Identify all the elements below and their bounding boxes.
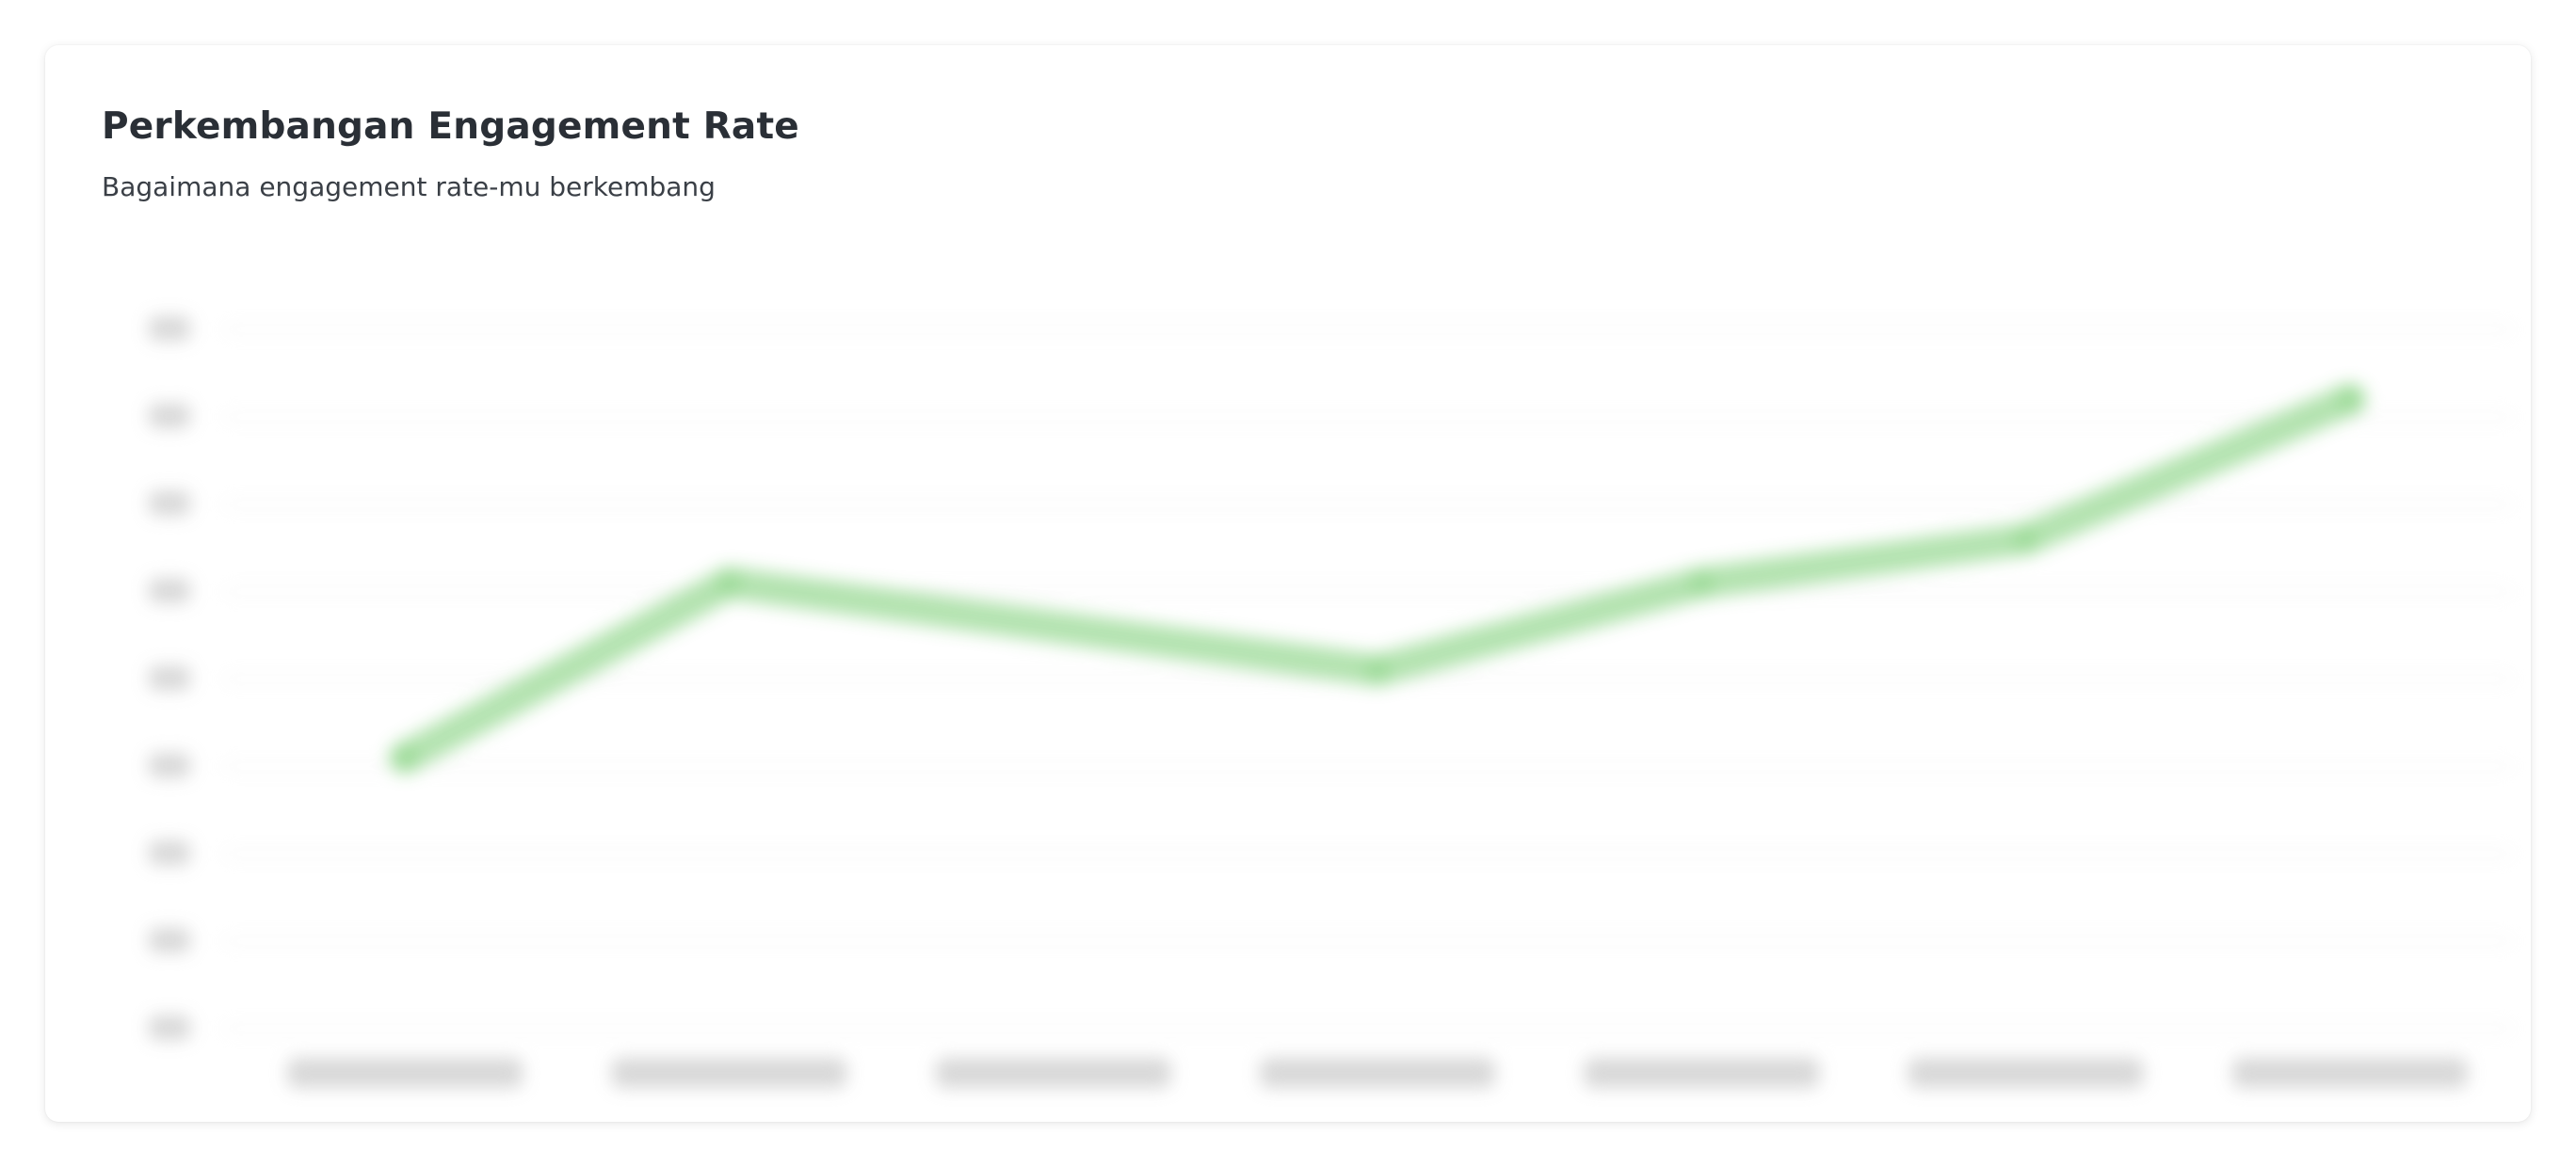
y-tick-label	[149, 1015, 190, 1040]
engagement-rate-card: Perkembangan Engagement Rate Bagaimana e…	[45, 45, 2531, 1122]
y-tick-label	[149, 928, 190, 953]
engagement-rate-line	[389, 383, 2366, 775]
data-point	[716, 569, 743, 597]
card-subtitle: Bagaimana engagement rate-mu berkembang	[102, 171, 716, 202]
y-tick-label	[149, 490, 190, 516]
y-tick-label	[149, 840, 190, 866]
y-tick-label	[149, 403, 190, 428]
data-point	[392, 744, 419, 772]
x-tick-label	[2231, 1058, 2468, 1088]
y-tick-label	[149, 578, 190, 603]
engagement-rate-chart	[102, 262, 2512, 1099]
data-point	[2012, 525, 2039, 552]
data-point	[2336, 386, 2363, 413]
y-tick-label	[149, 665, 190, 691]
data-point	[1688, 569, 1715, 597]
card-title: Perkembangan Engagement Rate	[102, 105, 799, 148]
y-tick-label	[149, 316, 190, 341]
x-tick-label	[1260, 1058, 1495, 1088]
y-tick-label	[149, 753, 190, 778]
data-point	[1364, 657, 1391, 684]
x-tick-label	[287, 1058, 523, 1088]
x-tick-label	[1584, 1058, 1820, 1088]
line-chart-svg	[149, 316, 2512, 1088]
x-tick-label	[1908, 1058, 2144, 1088]
x-tick-label	[935, 1058, 1171, 1088]
x-tick-label	[611, 1058, 847, 1088]
